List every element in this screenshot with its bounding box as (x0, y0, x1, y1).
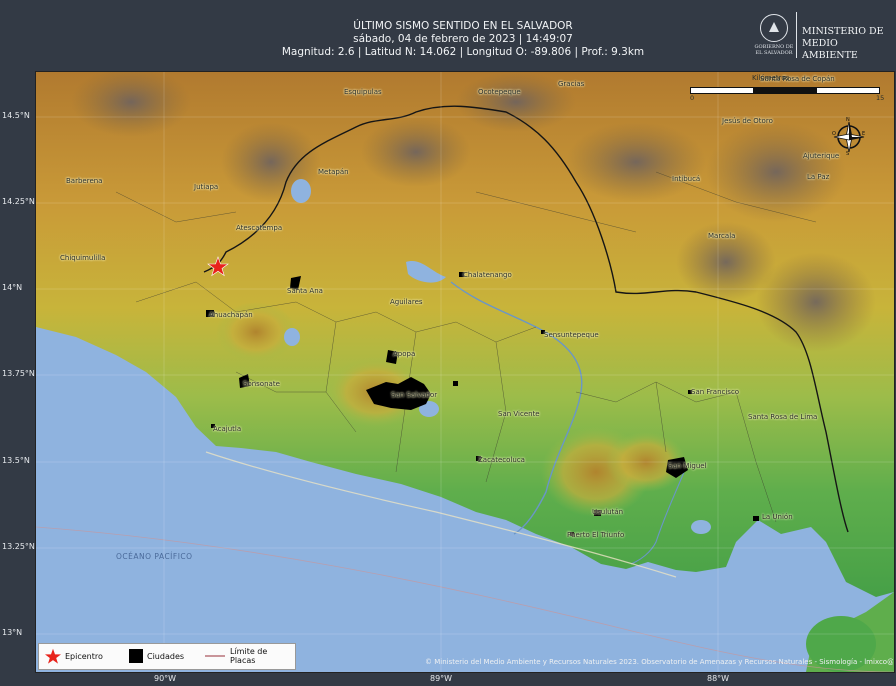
place-label: Ocotepeque (478, 88, 521, 96)
place-label: Jutiapa (194, 183, 219, 191)
place-label: Zacatecoluca (478, 456, 525, 464)
compass-o: O (832, 131, 836, 137)
map-header: ÚLTIMO SISMO SENTIDO EN EL SALVADOR sába… (0, 0, 896, 70)
city-square-icon (129, 649, 143, 663)
place-label: Usulután (592, 508, 624, 516)
scale-number: 15 (876, 94, 885, 102)
compass-s: S (846, 151, 849, 155)
lon-tick-label: 90°W (154, 674, 177, 683)
scale-number: 0 (690, 94, 695, 102)
place-label: Sonsonate (243, 380, 280, 388)
place-label: Santa Ana (287, 287, 323, 295)
compass-rose-icon: N S E O (832, 117, 866, 157)
lake-coatepeque (284, 328, 300, 346)
lat-tick-label: 13.25°N (2, 542, 35, 551)
scale-segment (816, 87, 880, 94)
logo-divider (796, 12, 797, 58)
ministry-logo: GOBIERNO DE EL SALVADOR MINISTERIO DE ME… (755, 10, 896, 62)
place-label: San Salvador (391, 391, 438, 399)
place-label: Santa Rosa de Lima (748, 413, 818, 421)
place-label: Gracias (558, 80, 585, 88)
lon-tick-label: 88°W (707, 674, 730, 683)
lat-tick-label: 13.5°N (2, 456, 30, 465)
ocean-label: OCÉANO PACÍFICO (116, 552, 193, 561)
place-label: Chalatenango (463, 271, 512, 279)
plate-line-icon (204, 648, 226, 664)
seal-icon (760, 14, 788, 42)
map-area[interactable] (35, 71, 895, 673)
place-label: Marcala (708, 232, 736, 240)
map-legend: Epicentro Ciudades Límite de Placas (38, 643, 296, 670)
legend-plate-boundary: Límite de Placas (204, 647, 295, 665)
ministry-name: MINISTERIO DE MEDIO AMBIENTE (802, 26, 884, 61)
place-label: Apopa (393, 350, 416, 358)
terrain-map (36, 72, 894, 672)
scale-bar: Kilómetros 0 15 (690, 74, 884, 102)
place-label: Sensuntepeque (544, 331, 599, 339)
place-label: Chiquimulilla (60, 254, 106, 262)
compass-e: E (862, 131, 865, 137)
copyright-credit: © Ministerio del Medio Ambiente y Recurs… (425, 658, 893, 666)
place-label: Jesús de Otoro (722, 117, 773, 125)
place-label: Aguilares (390, 298, 423, 306)
place-label: La Paz (807, 173, 830, 181)
place-label: Acajutla (213, 425, 242, 433)
place-label: San Miguel (668, 462, 707, 470)
place-label: Barberena (66, 177, 103, 185)
place-label: Intibucá (672, 175, 701, 183)
place-label: Esquipulas (344, 88, 382, 96)
lat-tick-label: 14.25°N (2, 197, 35, 206)
place-label: San Vicente (498, 410, 540, 418)
compass-n: N (846, 117, 850, 123)
lat-tick-label: 13°N (2, 628, 23, 637)
place-label: Puerto El Triunfo (567, 531, 625, 539)
place-label: Metapán (318, 168, 349, 176)
legend-cities: Ciudades (129, 648, 184, 664)
scale-segment (753, 87, 817, 94)
place-label: San Francisco (691, 388, 740, 396)
lake-olomega (691, 520, 711, 534)
place-label: La Unión (762, 513, 793, 521)
scale-segment (690, 87, 754, 94)
lat-tick-label: 13.75°N (2, 369, 35, 378)
star-icon (45, 648, 61, 664)
place-label: Atescatempa (236, 224, 283, 232)
place-label: Ahuachapán (209, 311, 253, 319)
legend-epicenter: Epicentro (45, 648, 103, 664)
title: ÚLTIMO SISMO SENTIDO EN EL SALVADOR (353, 20, 573, 32)
quake-parameters: Magnitud: 2.6 | Latitud N: 14.062 | Long… (281, 46, 645, 58)
lake-guija (291, 179, 311, 203)
lat-tick-label: 14.5°N (2, 111, 30, 120)
seal-caption: GOBIERNO DE EL SALVADOR (754, 44, 794, 56)
earthquake-info: ÚLTIMO SISMO SENTIDO EN EL SALVADOR sába… (280, 20, 646, 59)
scale-title: Kilómetros (752, 74, 790, 82)
lon-tick-label: 89°W (430, 674, 453, 683)
lat-tick-label: 14°N (2, 283, 23, 292)
date-time: sábado, 04 de febrero de 2023 | 14:49:07 (353, 33, 573, 45)
